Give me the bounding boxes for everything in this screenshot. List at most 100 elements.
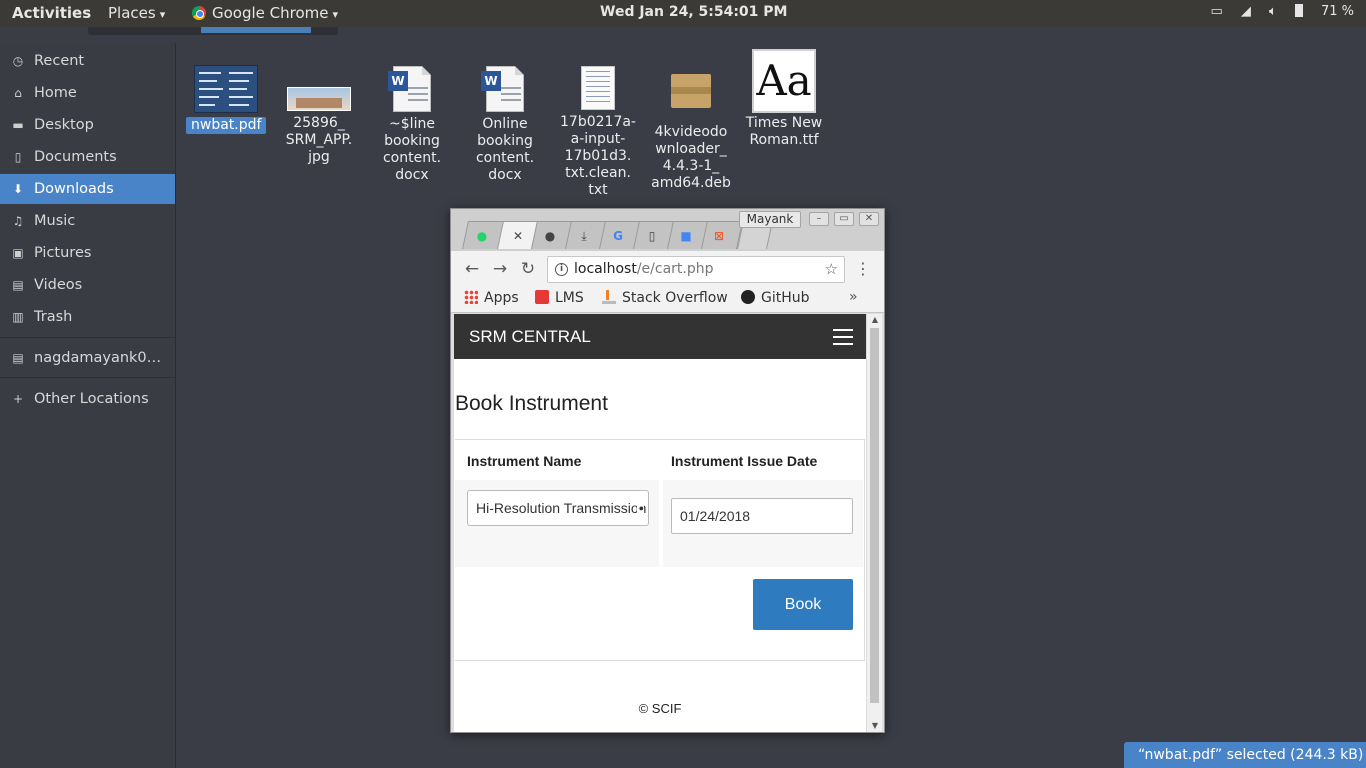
sidebar-item-label: Videos: [34, 277, 83, 293]
battery-icon: [1294, 4, 1303, 17]
hamburger-menu-icon[interactable]: [833, 329, 853, 345]
issue-date-header: Instrument Issue Date: [671, 453, 818, 469]
google-icon: G: [613, 229, 623, 243]
sidebar-item-recent[interactable]: ◷ Recent: [0, 46, 175, 76]
document-icon: ▯: [14, 150, 22, 164]
bookmark-apps[interactable]: Apps: [464, 290, 519, 306]
address-bar[interactable]: i localhost/e/cart.php ☆: [547, 256, 845, 283]
close-window-button[interactable]: ✕: [859, 212, 879, 226]
sidebar-item-label: Documents: [34, 149, 117, 165]
file-item[interactable]: W Online booking content. docx: [465, 66, 545, 184]
system-tray[interactable]: ▭ ◢ 🔈︎ 71 %: [1196, 4, 1354, 19]
file-item[interactable]: nwbat.pdf: [186, 65, 267, 134]
wifi-icon: ◢: [1240, 4, 1251, 19]
sidebar-item-drive[interactable]: ▤ nagdamayank0…: [0, 343, 175, 373]
whatsapp-icon: ●: [476, 229, 488, 243]
path-bar-active[interactable]: [201, 27, 311, 33]
url-path: /e/cart.php: [636, 261, 714, 277]
sidebar-item-label: Downloads: [34, 181, 114, 197]
instrument-select[interactable]: Hi-Resolution Transmission Electron Micr…: [467, 490, 649, 526]
battery-percent: 71 %: [1320, 4, 1354, 19]
page-scrollbar[interactable]: ▲ ▼: [866, 314, 882, 732]
menu-icon[interactable]: ⋮: [855, 259, 871, 279]
file-name: 4kvideodo wnloader_ 4.4.3-1_ amd64.deb: [651, 124, 731, 191]
clock[interactable]: Wed Jan 24, 5:54:01 PM: [600, 4, 787, 20]
drive-icon: ▤: [12, 351, 24, 365]
maximize-button[interactable]: ▭: [834, 212, 854, 226]
word-document-icon: W: [372, 66, 452, 112]
font-file-icon: Aa: [744, 49, 824, 113]
sidebar-item-label: Desktop: [34, 117, 94, 133]
activities-button[interactable]: Activities: [12, 4, 91, 22]
site-brand[interactable]: SRM CENTRAL: [469, 327, 591, 347]
info-icon[interactable]: i: [555, 263, 568, 276]
sidebar-item-desktop[interactable]: ▬ Desktop: [0, 110, 175, 140]
sidebar-item-label: Recent: [34, 53, 85, 69]
sidebar-item-pictures[interactable]: ▣ Pictures: [0, 238, 175, 268]
minimize-button[interactable]: –: [809, 212, 829, 226]
book-button[interactable]: Book: [753, 579, 853, 630]
bookmark-label: LMS: [555, 290, 584, 306]
file-name: Times New Roman.ttf: [745, 115, 823, 148]
profile-button[interactable]: Mayank: [739, 211, 801, 228]
sidebar-item-label: Music: [34, 213, 76, 229]
download-icon: ⬇: [12, 182, 24, 196]
files-sidebar: ◷ Recent ⌂ Home ▬ Desktop ▯ Documents ⬇ Downl…: [0, 43, 176, 768]
close-tab-icon[interactable]: ✕: [511, 229, 525, 243]
bookmark-stack-overflow[interactable]: Stack Overflow: [602, 290, 728, 306]
file-item[interactable]: Aa Times New Roman.ttf: [744, 49, 824, 149]
image-thumbnail-icon: [279, 87, 359, 111]
desktop-icon: ▬: [12, 118, 24, 132]
sidebar-item-music[interactable]: ♫ Music: [0, 206, 175, 236]
back-button[interactable]: ←: [462, 259, 482, 279]
places-menu[interactable]: Places ▾: [108, 4, 165, 22]
sidebar-item-trash[interactable]: ▥ Trash: [0, 302, 175, 332]
star-icon[interactable]: ☆: [825, 257, 838, 282]
sidebar-item-videos[interactable]: ▤ Videos: [0, 270, 175, 300]
file-name: Online booking content. docx: [475, 116, 535, 183]
screen-icon: ▭: [1210, 4, 1223, 19]
sidebar-item-other-locations[interactable]: + Other Locations: [0, 384, 175, 414]
picture-icon: ▣: [12, 246, 24, 260]
page-title: Book Instrument: [455, 392, 608, 415]
file-name: 17b0217a- a-input- 17b01d3. txt.clean. t…: [560, 114, 636, 198]
page-icon: ▯: [648, 229, 656, 243]
file-name: 25896_ SRM_APP. jpg: [285, 115, 353, 165]
package-icon: [651, 74, 731, 120]
stack-overflow-icon: [602, 290, 616, 304]
top-bar: Activities Places ▾ Google Chrome ▾ Wed Ja…: [0, 0, 1366, 27]
bookmark-label: Apps: [484, 290, 519, 306]
file-item[interactable]: W ~$line booking content. docx: [372, 66, 452, 184]
browser-toolbar: ← → ↻ i localhost/e/cart.php ☆ ⋮: [451, 251, 884, 287]
reload-button[interactable]: ↻: [518, 259, 538, 279]
page-viewport: SRM CENTRAL Book Instrument Instrument N…: [454, 314, 866, 732]
file-item[interactable]: 25896_ SRM_APP. jpg: [279, 87, 359, 166]
sidebar-item-label: Other Locations: [34, 391, 149, 407]
bookmark-label: Stack Overflow: [622, 290, 728, 306]
xampp-icon: ⊠: [713, 229, 725, 243]
bookmark-label: GitHub: [761, 290, 810, 306]
clock-icon: ◷: [12, 54, 24, 68]
apps-grid-icon: [464, 290, 478, 304]
bookmarks-overflow-button[interactable]: »: [849, 289, 858, 305]
pdf-thumbnail-icon: [186, 65, 266, 113]
forward-button[interactable]: →: [490, 259, 510, 279]
bookmark-lms[interactable]: LMS: [535, 290, 584, 306]
instrument-name-header: Instrument Name: [467, 453, 582, 469]
dropdown-caret-icon: ●: [636, 491, 644, 525]
github-icon: ●: [544, 229, 556, 243]
scrollbar-thumb[interactable]: [870, 328, 879, 703]
home-icon: ⌂: [14, 86, 22, 100]
sidebar-item-documents[interactable]: ▯ Documents: [0, 142, 175, 172]
scroll-down-icon[interactable]: ▼: [867, 720, 883, 732]
lms-icon: [535, 290, 549, 304]
sidebar-item-label: Pictures: [34, 245, 92, 261]
file-item[interactable]: 4kvideodo wnloader_ 4.4.3-1_ amd64.deb: [651, 66, 731, 192]
file-item[interactable]: 17b0217a- a-input- 17b01d3. txt.clean. t…: [558, 66, 638, 199]
issue-date-input[interactable]: 01/24/2018: [671, 498, 853, 534]
bookmark-github[interactable]: GitHub: [741, 290, 810, 306]
sidebar-item-home[interactable]: ⌂ Home: [0, 78, 175, 108]
sidebar-item-downloads[interactable]: ⬇ Downloads: [0, 174, 175, 204]
app-menu[interactable]: Google Chrome ▾: [192, 4, 338, 22]
scroll-up-icon[interactable]: ▲: [867, 314, 883, 326]
